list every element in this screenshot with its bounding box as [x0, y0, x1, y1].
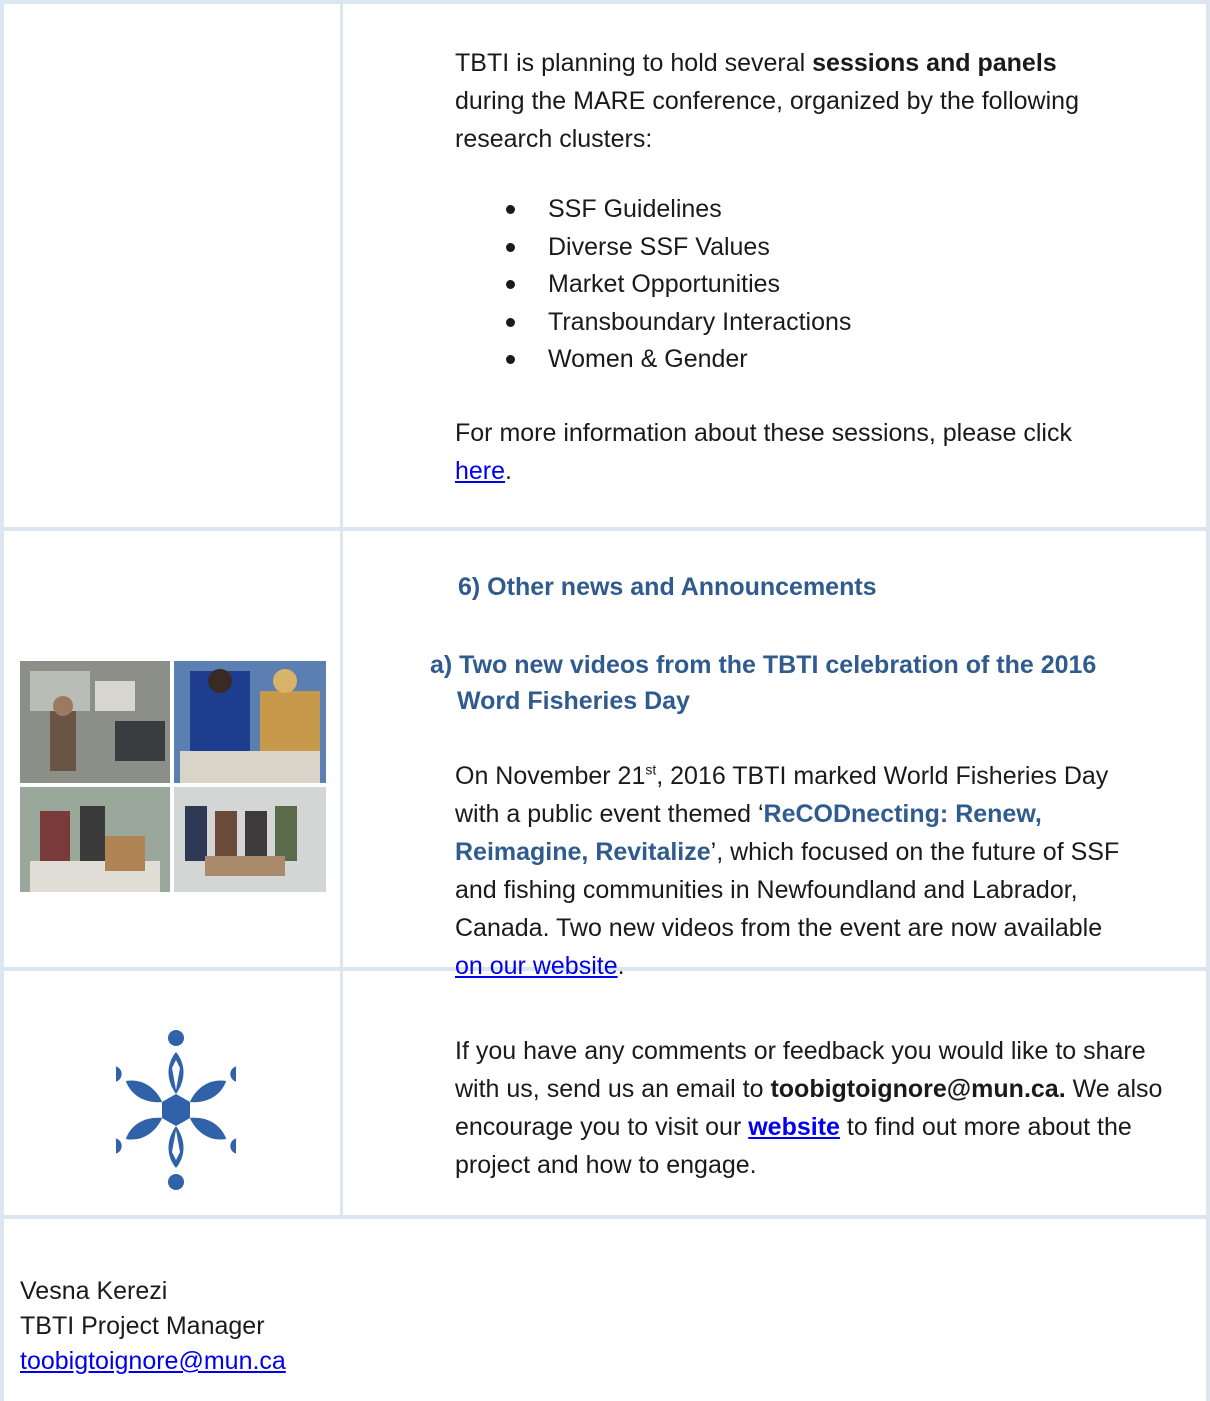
list-item: Women & Gender [500, 340, 851, 378]
row-divider [0, 1215, 1210, 1219]
section-heading-other-news: 6) Other news and Announcements [458, 573, 877, 601]
row-divider [0, 527, 1210, 531]
world-fisheries-day-paragraph: On November 21st, 2016 TBTI marked World… [455, 761, 1120, 980]
signature-name: Vesna Kerezi [20, 1277, 168, 1305]
here-link[interactable]: here [455, 457, 505, 485]
website-link[interactable]: website [748, 1113, 840, 1141]
list-item: Diverse SSF Values [500, 228, 851, 266]
signature-email-link[interactable]: toobigtoignore@mun.ca [20, 1342, 286, 1380]
sessions-and-panels-bold: sessions and panels [812, 49, 1057, 77]
list-item: Market Opportunities [500, 265, 851, 303]
signature-role: TBTI Project Manager [20, 1312, 265, 1340]
more-info-text: For more information about these session… [455, 419, 1072, 485]
sessions-intro: TBTI is planning to hold several session… [455, 49, 1079, 153]
feedback-email: toobigtoignore@mun.ca. [770, 1075, 1066, 1103]
tbti-logo [102, 1030, 250, 1195]
feedback-paragraph: If you have any comments or feedback you… [455, 1037, 1163, 1179]
website-videos-link[interactable]: on our website [455, 952, 618, 980]
research-clusters-list: SSF Guidelines Diverse SSF Values Market… [500, 190, 851, 378]
sub-heading-videos-line1: a) Two new videos from the TBTI celebrat… [430, 651, 1097, 679]
list-item: SSF Guidelines [500, 190, 851, 228]
list-item: Transboundary Interactions [500, 303, 851, 341]
sub-heading-videos-line2: Word Fisheries Day [457, 687, 690, 715]
column-divider [340, 0, 343, 1219]
event-photo-collage [20, 661, 326, 892]
